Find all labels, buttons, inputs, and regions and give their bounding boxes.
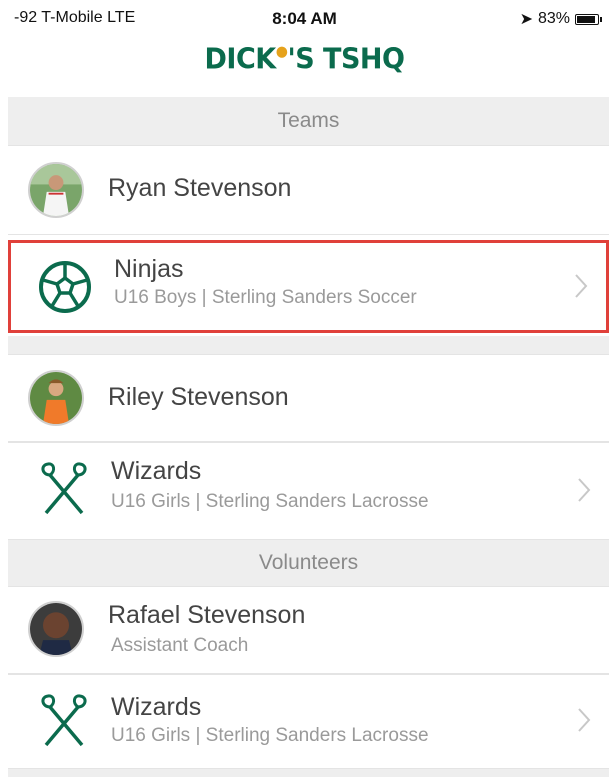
clock: 8:04 AM [272,9,337,28]
app-logo: DICK●'S TSHQ [0,43,609,76]
status-bar: -92 T-Mobile LTE 8:04 AM ➤ 83% [0,0,609,36]
section-header-teams: Teams [8,97,609,145]
chevron-right-icon [575,274,588,298]
lacrosse-sticks-icon [41,462,87,515]
person-row-ryan: Ryan Stevenson [8,145,609,235]
battery-icon [575,13,602,25]
logo-ball-icon: ● [275,43,288,61]
section-title: Volunteers [258,551,359,574]
team-detail: U16 Girls | Sterling Sanders Lacrosse [111,491,429,512]
team-name: Wizards [111,693,202,721]
person-name: Riley Stevenson [108,383,289,411]
battery-percent: 83% [537,10,570,27]
team-row-wizards-girls[interactable]: Wizards U16 Girls | Sterling Sanders Lac… [8,442,609,540]
chevron-right-icon [578,478,591,502]
person-name: Ryan Stevenson [108,174,292,202]
logo-text-right: 'S TSHQ [287,43,405,76]
location-arrow-icon: ➤ [519,11,533,28]
logo-text-left: DICK [204,43,277,76]
spacer [8,336,609,354]
team-detail: U16 Boys | Sterling Sanders Soccer [114,287,417,308]
section-header-volunteers: Volunteers [8,540,609,586]
person-row-riley: Riley Stevenson [8,354,609,442]
team-row-ninjas[interactable]: Ninjas U16 Boys | Sterling Sanders Socce… [8,240,609,333]
team-row-wizards-volunteer[interactable]: Wizards U16 Girls | Sterling Sanders Lac… [8,674,609,769]
avatar [28,162,84,218]
avatar [28,370,84,426]
person-role: Assistant Coach [111,635,249,656]
status-right: ➤ 83% [519,9,602,29]
spacer [8,769,609,777]
chevron-right-icon [578,708,591,732]
section-title: Teams [277,109,340,132]
team-name: Ninjas [114,255,184,283]
person-row-rafael: Rafael Stevenson Assistant Coach [8,586,609,674]
team-detail: U16 Girls | Sterling Sanders Lacrosse [111,725,429,746]
person-name: Rafael Stevenson [108,601,306,629]
avatar [28,601,84,657]
lacrosse-sticks-icon [41,694,87,747]
soccer-ball-icon [39,261,91,313]
team-name: Wizards [111,457,202,485]
